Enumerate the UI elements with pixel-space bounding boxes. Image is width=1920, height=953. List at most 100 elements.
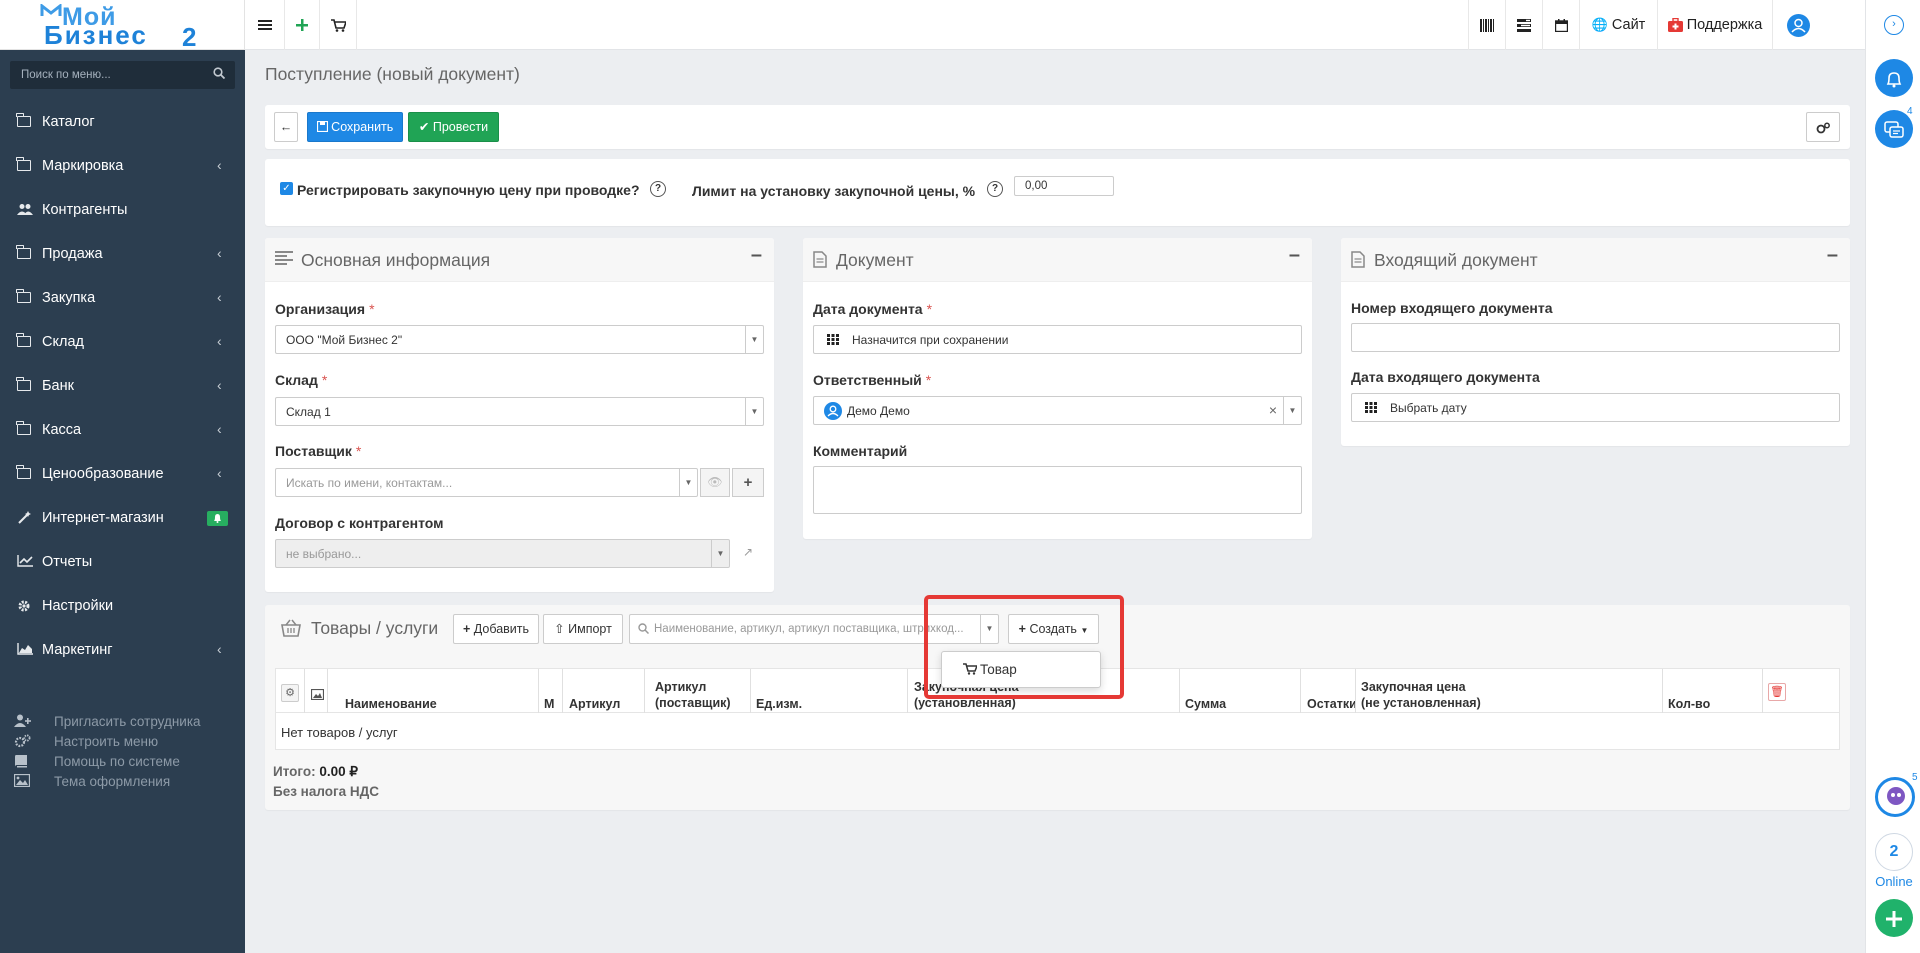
sidebar-item-13[interactable]: Маркетинг ‹	[0, 632, 245, 668]
online-label: Online	[1875, 874, 1913, 889]
column-article-supplier[interactable]: Артикул (поставщик)	[655, 679, 731, 711]
tasks-icon	[1517, 17, 1531, 33]
collapse-icon[interactable]: –	[751, 244, 762, 267]
date-input[interactable]: Назначится при сохранении	[813, 325, 1302, 354]
chevron-left-icon: ‹	[217, 333, 222, 349]
sidebar-item-2[interactable]: Маркировка ‹	[0, 148, 245, 184]
sidebar-item-5[interactable]: Закупка ‹	[0, 280, 245, 316]
column-stock[interactable]: Остатки	[1307, 696, 1357, 712]
import-button[interactable]: ⇧ Импорт	[543, 614, 623, 644]
online-count-value: 2	[1889, 843, 1899, 860]
column-unset-price[interactable]: Закупочная цена (не установленная)	[1361, 679, 1481, 711]
goods-search-input[interactable]: Наименование, артикул, артикул поставщик…	[629, 614, 999, 644]
register-price-checkbox[interactable]: ✓	[280, 182, 293, 195]
quick-create-button[interactable]	[1875, 899, 1913, 937]
sidebar-item-9[interactable]: Ценообразование ‹	[0, 456, 245, 492]
supplier-input[interactable]: Искать по имени, контактам... ▼	[275, 468, 698, 497]
org-select[interactable]: ООО "Мой Бизнес 2" ▼	[275, 325, 764, 354]
sidebar-footer-item[interactable]: Настроить меню	[14, 732, 234, 752]
barcode-button[interactable]	[1468, 0, 1505, 50]
chevron-down-icon: ▼	[745, 326, 763, 353]
collapse-rail-button[interactable]: ›	[1884, 15, 1904, 35]
notifications-button[interactable]	[1875, 59, 1913, 97]
contract-placeholder: не выбрано...	[286, 547, 362, 561]
incoming-number-input[interactable]	[1351, 323, 1840, 352]
date-label: Дата документа *	[813, 301, 933, 317]
post-button[interactable]: ✔ Провести	[408, 112, 499, 142]
folder-icon	[16, 421, 33, 437]
trash-icon: 🗑	[1770, 686, 1784, 698]
column-qty[interactable]: Кол-во	[1668, 696, 1710, 712]
incoming-date-input[interactable]: Выбрать дату	[1351, 393, 1840, 422]
back-button[interactable]: ←	[274, 112, 298, 142]
responsible-select[interactable]: Демо Демо × ▼	[813, 396, 1302, 425]
site-link[interactable]: 🌐 Сайт	[1579, 0, 1657, 50]
cart-button[interactable]	[320, 0, 357, 50]
save-button[interactable]: Сохранить	[307, 112, 403, 142]
settings-button[interactable]	[1806, 112, 1840, 142]
sidebar-search-input[interactable]: Поиск по меню...	[10, 61, 235, 89]
image-icon	[13, 773, 32, 790]
sidebar-item-11[interactable]: Отчеты	[0, 544, 245, 580]
column-name[interactable]: Наименование	[345, 696, 437, 712]
add-item-label: Добавить	[473, 622, 530, 636]
floppy-icon	[316, 120, 331, 134]
column-unit[interactable]: Ед.изм.	[756, 696, 802, 712]
help-icon[interactable]: ?	[987, 181, 1003, 197]
table-settings-button[interactable]: ⚙	[281, 684, 299, 702]
collapse-icon[interactable]: –	[1289, 244, 1300, 267]
document-title: Документ	[836, 250, 914, 270]
help-icon[interactable]: ?	[650, 181, 666, 197]
comment-textarea[interactable]	[813, 466, 1302, 514]
warehouse-label: Склад *	[275, 372, 328, 388]
column-m[interactable]: М	[544, 696, 554, 712]
add-supplier-button[interactable]: +	[732, 468, 764, 497]
user-menu-button[interactable]	[1772, 0, 1824, 50]
warehouse-select[interactable]: Склад 1 ▼	[275, 397, 764, 426]
calendar-button[interactable]	[1542, 0, 1579, 50]
collapse-icon[interactable]: –	[1827, 244, 1838, 267]
chevron-down-icon: ▼	[679, 469, 697, 496]
online-count[interactable]: 2	[1875, 833, 1913, 871]
sidebar-footer-item[interactable]: Помощь по системе	[14, 752, 234, 772]
delete-all-button[interactable]: 🗑	[1768, 683, 1786, 701]
sidebar-item-8[interactable]: Касса ‹	[0, 412, 245, 448]
cart-icon	[963, 663, 979, 678]
sidebar-item-6[interactable]: Склад ‹	[0, 324, 245, 360]
folder-icon	[16, 377, 33, 393]
add-item-button[interactable]: + Добавить	[453, 614, 539, 644]
limit-input[interactable]: 0,00	[1014, 176, 1114, 196]
view-supplier-button[interactable]: 👁	[700, 468, 730, 497]
tasks-button[interactable]	[1505, 0, 1542, 50]
sidebar-item-4[interactable]: Продажа ‹	[0, 236, 245, 272]
sidebar-item-7[interactable]: Банк ‹	[0, 368, 245, 404]
barcode-icon	[1480, 17, 1494, 33]
column-article[interactable]: Артикул	[569, 696, 620, 712]
contract-label: Договор с контрагентом	[275, 515, 444, 531]
chevron-left-icon: ‹	[217, 641, 222, 657]
sidebar-item-label: Отчеты	[42, 554, 93, 570]
open-contract-button[interactable]: ↗	[732, 539, 764, 568]
support-link[interactable]: Поддержка	[1657, 0, 1772, 50]
sidebar-footer-item[interactable]: Пригласить сотрудника	[14, 712, 234, 732]
logo[interactable]: Мой Бизнес 2	[0, 0, 245, 52]
chevron-down-icon: ▼	[745, 398, 763, 425]
sidebar-footer-item[interactable]: Тема оформления	[13, 772, 234, 792]
assistant-button[interactable]	[1875, 777, 1915, 817]
contract-select[interactable]: не выбрано... ▼	[275, 539, 730, 568]
sidebar-item-3[interactable]: Контрагенты	[0, 192, 245, 228]
vat-label: Без налога НДС	[273, 784, 379, 799]
limit-label: Лимит на установку закупочной цены, %	[692, 183, 976, 199]
menu-toggle-button[interactable]	[245, 0, 285, 50]
sidebar-item-10[interactable]: Интернет-магазин	[0, 500, 245, 536]
sidebar-item-12[interactable]: Настройки	[0, 588, 245, 624]
column-sum[interactable]: Сумма	[1185, 696, 1226, 712]
chat-icon	[1884, 119, 1904, 139]
create-dropdown-button[interactable]: + Создать ▼	[1008, 614, 1099, 644]
folder-icon	[16, 245, 33, 261]
clear-icon[interactable]: ×	[1269, 402, 1277, 418]
sidebar-item-1[interactable]: Каталог	[0, 104, 245, 140]
plus-icon: +	[743, 474, 753, 491]
quick-add-button[interactable]	[285, 0, 320, 50]
create-menu-item-product[interactable]: Товар	[942, 652, 1100, 687]
